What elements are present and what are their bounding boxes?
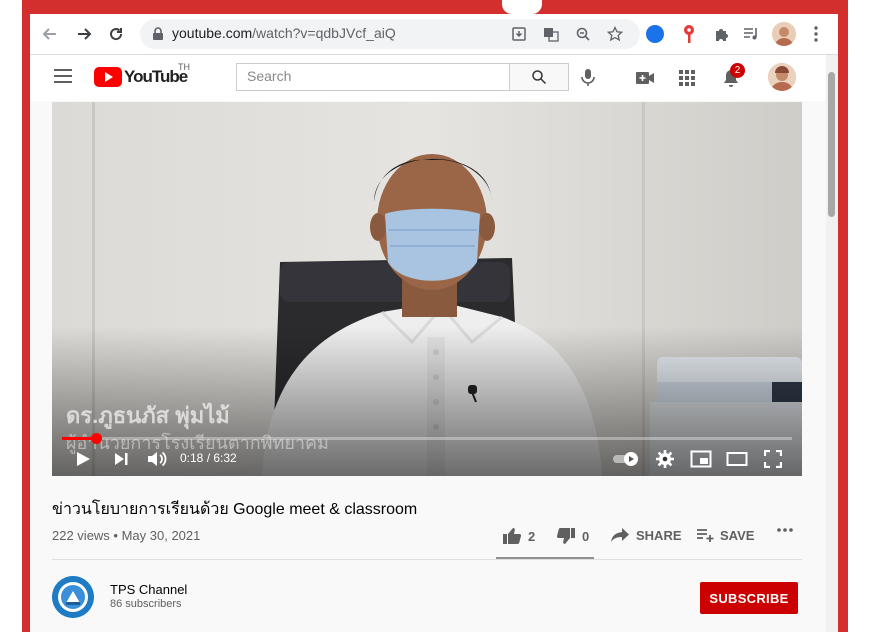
youtube-play-logo-icon [94, 67, 122, 87]
share-icon [611, 528, 629, 542]
save-button[interactable]: SAVE [696, 527, 754, 543]
desktop-frame-right [838, 0, 848, 632]
country-code: TH [178, 62, 190, 72]
reload-icon[interactable] [104, 22, 128, 46]
divider [52, 559, 802, 560]
play-button[interactable] [74, 448, 92, 470]
autoplay-toggle[interactable] [612, 448, 640, 470]
autoplay-toggle-icon [613, 452, 638, 466]
channel-logo-icon [52, 576, 94, 618]
media-control-icon[interactable] [740, 22, 764, 46]
browser-window: youtube.com/watch?v=qdbJVcf_aiQ YouTube … [30, 14, 838, 632]
apps-grid-icon[interactable] [676, 67, 698, 89]
back-icon[interactable] [38, 22, 62, 46]
share-button[interactable]: SHARE [610, 527, 682, 543]
search-field[interactable] [236, 63, 509, 91]
progress-scrubber[interactable] [91, 433, 102, 444]
search-input[interactable] [237, 64, 507, 88]
like-count: 2 [528, 528, 536, 544]
more-horizontal-icon [777, 528, 793, 532]
play-icon [77, 452, 90, 466]
time-display: 0:18 / 6:32 [180, 451, 237, 465]
lock-icon [153, 27, 163, 40]
video-title: ข่าวนโยบายการเรียนด้วย Google meet & cla… [52, 501, 418, 518]
page-scrollbar-thumb[interactable] [828, 72, 835, 217]
notification-count-badge: 2 [730, 63, 745, 78]
theater-mode-button[interactable] [726, 448, 748, 470]
youtube-logo[interactable]: YouTube TH [94, 62, 190, 88]
more-actions-button[interactable] [776, 527, 794, 533]
voice-search-icon[interactable] [578, 67, 598, 87]
thumbs-up-icon [503, 528, 522, 544]
zoom-icon[interactable] [574, 25, 592, 43]
desktop-frame-left [22, 0, 30, 632]
volume-button[interactable] [146, 448, 168, 470]
create-video-icon[interactable] [634, 67, 656, 89]
browser-toolbar: youtube.com/watch?v=qdbJVcf_aiQ [30, 14, 838, 55]
fullscreen-icon [764, 450, 782, 468]
like-button[interactable]: 2 [502, 527, 535, 545]
youtube-header: YouTube TH 2 [30, 55, 830, 101]
search-button[interactable] [509, 63, 569, 91]
extension-blue-icon[interactable] [646, 25, 664, 43]
search-icon [532, 70, 547, 85]
subscribe-button[interactable]: SUBSCRIBE [700, 582, 798, 614]
channel-name[interactable]: TPS Channel [110, 582, 187, 597]
account-avatar[interactable] [768, 63, 796, 91]
channel-avatar[interactable] [52, 576, 94, 618]
guide-menu-icon[interactable] [54, 69, 72, 83]
dislike-count: 0 [582, 528, 590, 544]
miniplayer-button[interactable] [690, 448, 712, 470]
install-icon[interactable] [510, 25, 528, 43]
gear-icon [656, 450, 674, 468]
playlist-add-icon [697, 529, 714, 542]
chrome-menu-icon[interactable] [804, 22, 828, 46]
translate-icon[interactable] [542, 25, 560, 43]
address-bar[interactable]: youtube.com/watch?v=qdbJVcf_aiQ [140, 19, 640, 49]
skip-next-icon [115, 453, 128, 465]
miniplayer-icon [690, 450, 712, 468]
extension-key-icon[interactable] [682, 24, 696, 44]
bookmark-star-icon[interactable] [606, 25, 624, 43]
desktop-frame-top [22, 0, 848, 14]
next-button[interactable] [112, 448, 130, 470]
video-player[interactable]: ดร.ภูธนภัส พุ่มไม้ ผู้อำนวยการโรงเรียนตา… [52, 102, 802, 476]
subscriber-count: 86 subscribers [110, 598, 182, 610]
settings-button[interactable] [655, 448, 675, 470]
volume-icon [148, 451, 167, 467]
dislike-button[interactable]: 0 [556, 527, 589, 545]
url-text: youtube.com/watch?v=qdbJVcf_aiQ [172, 25, 396, 41]
forward-icon[interactable] [72, 22, 96, 46]
browser-profile-avatar[interactable] [772, 22, 796, 46]
thumbs-down-icon [556, 528, 575, 544]
theater-mode-icon [726, 452, 748, 466]
fullscreen-button[interactable] [764, 448, 782, 470]
progress-bar[interactable] [62, 437, 792, 440]
extensions-puzzle-icon[interactable] [710, 22, 734, 46]
views-and-date: 222 views • May 30, 2021 [52, 528, 201, 543]
